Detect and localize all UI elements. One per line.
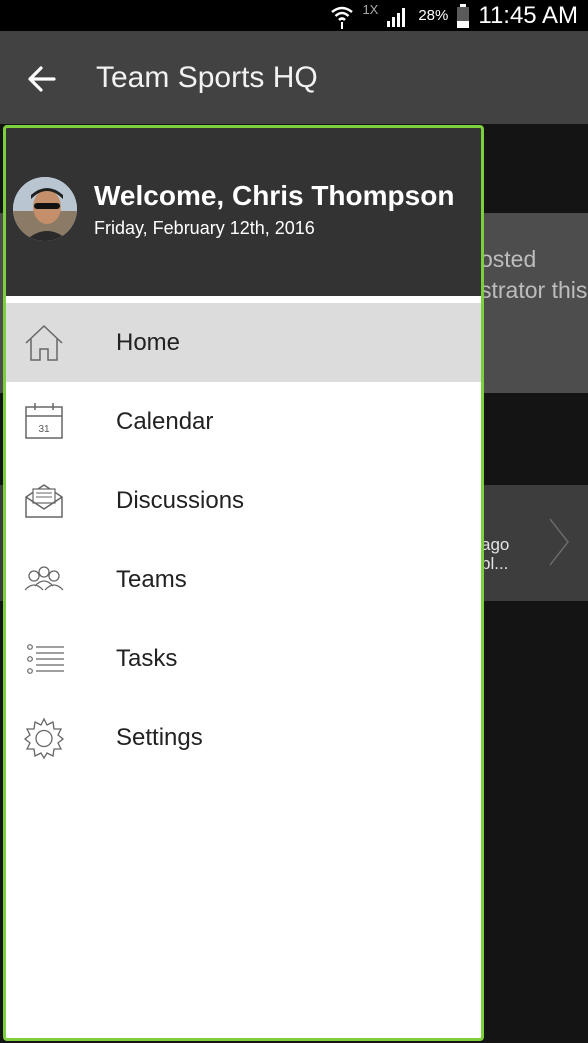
avatar[interactable]	[13, 177, 77, 241]
app-bar: Team Sports HQ	[0, 31, 588, 124]
list-icon	[27, 643, 64, 674]
signal-icon	[387, 7, 406, 27]
navigation-drawer: Welcome, Chris Thompson Friday, February…	[3, 125, 484, 1041]
clock: 11:45 AM	[478, 1, 578, 29]
menu-item-tasks[interactable]: Tasks	[6, 619, 481, 698]
wifi-icon	[331, 6, 354, 29]
people-icon	[24, 565, 64, 590]
menu-item-calendar[interactable]: 31 Calendar	[6, 382, 481, 461]
welcome-text: Welcome, Chris Thompson	[94, 180, 455, 211]
calendar-icon: 31	[25, 402, 63, 439]
chevron-right-icon	[549, 518, 569, 566]
background-card-text: osted strator this	[480, 246, 588, 303]
drawer-menu: Home 31 Calendar Discussions Teams Tasks…	[6, 303, 481, 777]
avatar-photo	[13, 177, 77, 241]
battery-icon	[457, 3, 470, 28]
menu-item-discussions[interactable]: Discussions	[6, 461, 481, 540]
menu-item-label: Calendar	[116, 407, 214, 435]
menu-item-label: Tasks	[116, 644, 178, 672]
menu-item-label: Home	[116, 328, 181, 356]
menu-item-settings[interactable]: Settings	[6, 698, 481, 777]
menu-item-label: Teams	[116, 565, 187, 593]
status-bar: 1X 28% 11:45 AM	[0, 0, 588, 31]
menu-item-label: Discussions	[116, 486, 245, 514]
page-title: Team Sports HQ	[96, 61, 318, 94]
menu-item-home[interactable]: Home	[6, 303, 481, 382]
menu-item-teams[interactable]: Teams	[6, 540, 481, 619]
network-type-label: 1X	[362, 2, 379, 17]
arrow-left-icon[interactable]	[24, 61, 60, 97]
battery-percent: 28%	[418, 7, 449, 24]
home-icon	[25, 324, 63, 361]
date-text: Friday, February 12th, 2016	[94, 218, 315, 238]
calendar-icon-day: 31	[38, 424, 50, 435]
background-list-item-text: ago pl...	[481, 535, 510, 573]
envelope-icon	[25, 483, 63, 518]
gear-icon	[23, 717, 65, 759]
menu-item-label: Settings	[116, 723, 203, 751]
drawer-header: Welcome, Chris Thompson Friday, February…	[6, 128, 481, 296]
